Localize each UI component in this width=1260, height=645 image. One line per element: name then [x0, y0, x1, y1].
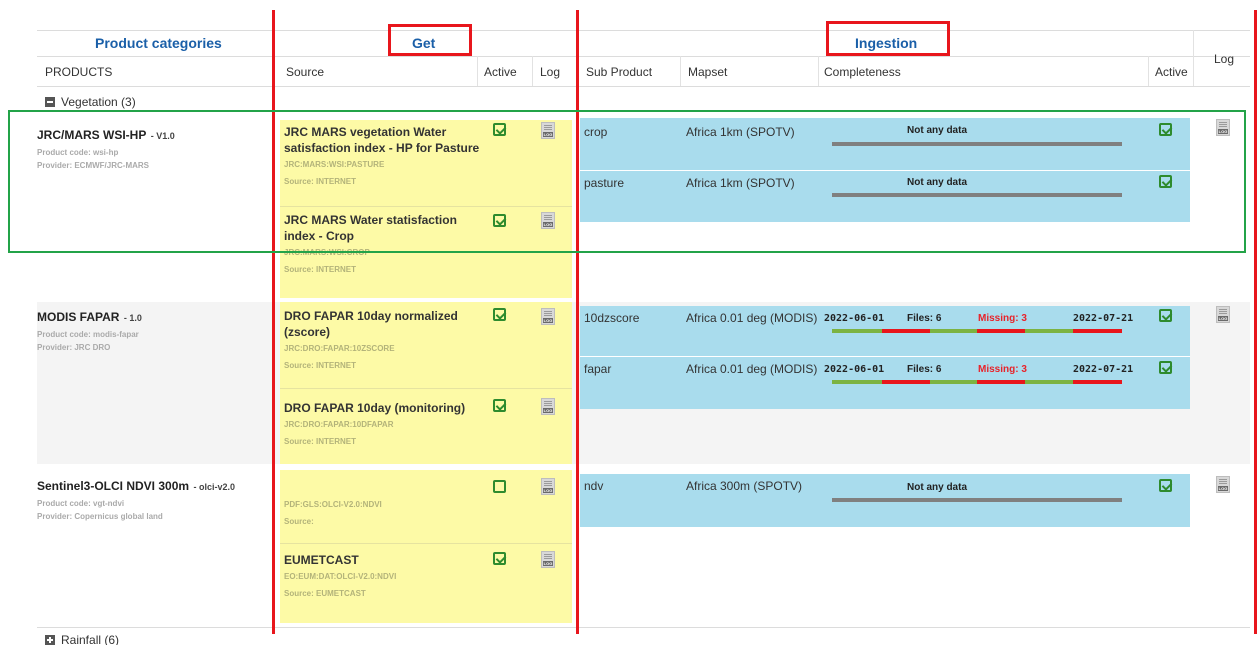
source-origin: Source: INTERNET	[284, 437, 357, 446]
source-origin: Source: INTERNET	[284, 361, 357, 370]
sub-product-column-header[interactable]: Sub Product	[586, 65, 652, 79]
ingestion-active-checkbox[interactable]	[1159, 309, 1172, 322]
product-highlight-box	[8, 110, 1246, 253]
active-column-header[interactable]: Active	[484, 65, 517, 79]
source-origin: Source: INTERNET	[284, 265, 357, 274]
completeness-start-date: 2022-06-01	[824, 364, 885, 375]
group-rainfall-label: Rainfall (6)	[61, 633, 120, 645]
get-highlight-box	[388, 24, 472, 56]
get-right-divider	[576, 10, 579, 634]
completeness-start-date: 2022-06-01	[824, 313, 885, 324]
completeness-bar-present	[832, 380, 882, 384]
sub-product: 10dzscore	[584, 311, 640, 325]
product-code: Product code: vgt-ndvi	[37, 499, 125, 508]
completeness-bar-present	[832, 329, 882, 333]
completeness-bar-missing	[882, 380, 930, 384]
get-left-divider	[272, 10, 275, 634]
completeness-files: Files: 6	[907, 313, 942, 324]
source-title: DRO FAPAR 10day normalized (zscore)	[284, 309, 458, 339]
source-title: EUMETCAST	[284, 553, 359, 567]
ingestion-highlight-box	[826, 21, 950, 56]
source-origin: Source: EUMETCAST	[284, 589, 366, 598]
product-name: MODIS FAPAR	[37, 310, 120, 324]
source-code: EO:EUM:DAT:OLCI-V2.0:NDVI	[284, 572, 397, 581]
product-name: Sentinel3-OLCI NDVI 300m	[37, 479, 190, 493]
completeness-missing: Missing: 3	[978, 313, 1027, 324]
log-get-column-header[interactable]: Log	[540, 65, 560, 79]
completeness-bar-present	[930, 380, 977, 384]
mapset-column-header[interactable]: Mapset	[688, 65, 727, 79]
product-code: Product code: modis-fapar	[37, 330, 139, 339]
log-icon[interactable]: LOG	[541, 308, 555, 325]
log-icon[interactable]: LOG	[541, 478, 555, 495]
completeness-bar-present	[1025, 380, 1073, 384]
completeness-end-date: 2022-07-21	[1073, 364, 1134, 375]
completeness-bar	[832, 498, 1122, 502]
source-item: DRO FAPAR 10day normalized (zscore) JRC:…	[284, 308, 484, 370]
log-column-header: Log	[1214, 52, 1235, 66]
completeness-bar-missing	[977, 380, 1025, 384]
mapset: Africa 300m (SPOTV)	[686, 479, 803, 493]
product-modis-fapar: MODIS FAPAR - 1.0 Product code: modis-fa…	[37, 308, 267, 352]
completeness-column-header[interactable]: Completeness	[824, 65, 901, 79]
completeness-status: Not any data	[907, 482, 968, 493]
source-item: EUMETCAST EO:EUM:DAT:OLCI-V2.0:NDVI Sour…	[284, 552, 484, 598]
group-vegetation-label: Vegetation (3)	[61, 95, 136, 109]
product-olci-ndvi: Sentinel3-OLCI NDVI 300m - olci-v2.0 Pro…	[37, 477, 277, 521]
mapset: Africa 0.01 deg (MODIS)	[686, 311, 818, 325]
product-version: - olci-v2.0	[193, 482, 236, 492]
collapse-icon[interactable]	[45, 97, 55, 107]
source-item: PDF:GLS:OLCI-V2.0:NDVI Source:	[284, 496, 484, 526]
completeness-bar-present	[930, 329, 977, 333]
ingestion-log-icon[interactable]: LOG	[1216, 306, 1230, 323]
completeness-bar-missing	[882, 329, 930, 333]
completeness-bar-missing	[1073, 380, 1122, 384]
source-origin: Source:	[284, 517, 314, 526]
source-active-checkbox[interactable]	[493, 308, 506, 321]
group-rainfall[interactable]: Rainfall (6)	[45, 633, 119, 645]
log-icon[interactable]: LOG	[541, 551, 555, 568]
ingestion-active-checkbox[interactable]	[1159, 479, 1172, 492]
completeness-end-date: 2022-07-21	[1073, 313, 1134, 324]
expand-icon[interactable]	[45, 635, 55, 645]
completeness-bar-present	[1025, 329, 1073, 333]
sub-product: ndv	[584, 479, 604, 493]
completeness-bar-missing	[977, 329, 1025, 333]
group-vegetation[interactable]: Vegetation (3)	[45, 95, 136, 109]
product-categories-title: Product categories	[95, 35, 222, 51]
product-provider: Provider: Copernicus global land	[37, 512, 163, 521]
completeness-bar-missing	[1073, 329, 1122, 333]
source-title: DRO FAPAR 10day (monitoring)	[284, 401, 466, 415]
product-version: - 1.0	[123, 313, 142, 323]
mapset: Africa 0.01 deg (MODIS)	[686, 362, 818, 376]
source-active-checkbox[interactable]	[493, 480, 506, 493]
source-active-checkbox[interactable]	[493, 399, 506, 412]
source-code: PDF:GLS:OLCI-V2.0:NDVI	[284, 500, 382, 509]
products-column-header[interactable]: PRODUCTS	[45, 65, 112, 79]
ingestion-active-checkbox[interactable]	[1159, 361, 1172, 374]
log-icon[interactable]: LOG	[541, 398, 555, 415]
source-code: JRC:DRO:FAPAR:10DFAPAR	[284, 420, 394, 429]
ingestion-log-icon[interactable]: LOG	[1216, 476, 1230, 493]
source-item: DRO FAPAR 10day (monitoring) JRC:DRO:FAP…	[284, 400, 484, 446]
completeness-files: Files: 6	[907, 364, 942, 375]
ing-active-column-header[interactable]: Active	[1155, 65, 1188, 79]
source-active-checkbox[interactable]	[493, 552, 506, 565]
completeness-missing: Missing: 3	[978, 364, 1027, 375]
source-panel-olci-ndvi	[280, 470, 572, 623]
source-column-header[interactable]: Source	[286, 65, 324, 79]
ingestion-right-divider	[1254, 10, 1257, 634]
product-provider: Provider: JRC DRO	[37, 343, 111, 352]
sub-product: fapar	[584, 362, 612, 376]
source-code: JRC:DRO:FAPAR:10ZSCORE	[284, 344, 395, 353]
